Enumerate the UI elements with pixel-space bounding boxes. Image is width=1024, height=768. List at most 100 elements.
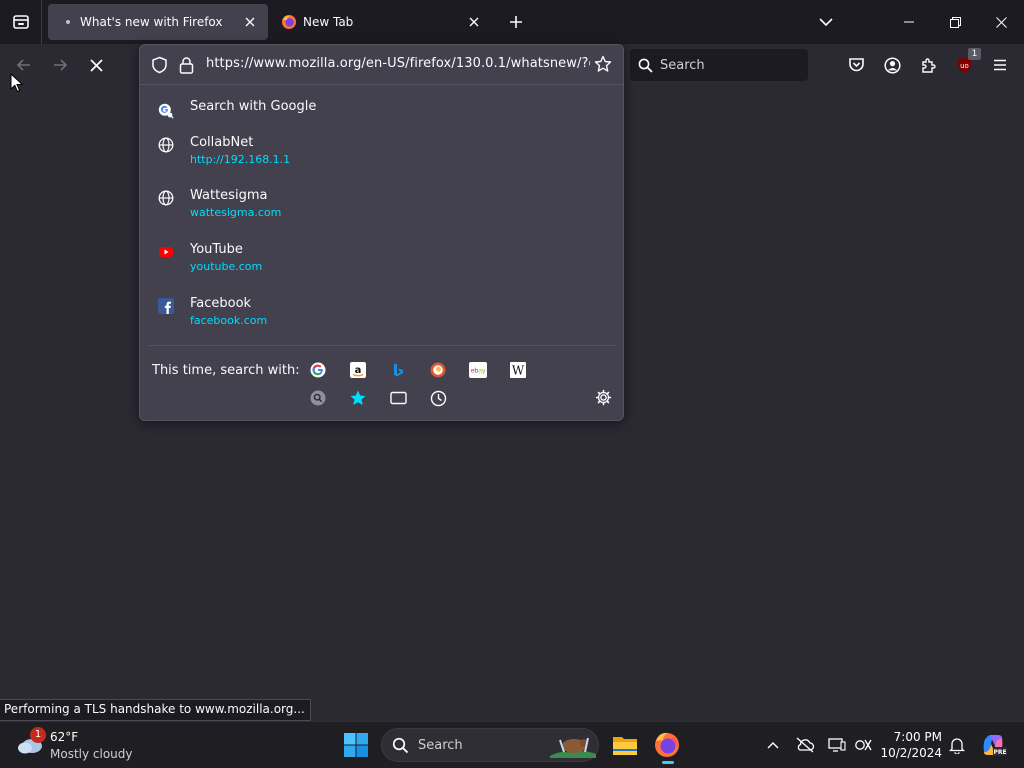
ebay-engine-button[interactable]: ebay bbox=[466, 358, 490, 382]
display-tray-button[interactable] bbox=[826, 734, 848, 756]
suggestion-facebook[interactable]: Facebook facebook.com bbox=[148, 296, 617, 334]
copilot-button[interactable]: PRE bbox=[978, 730, 1008, 760]
svg-text:uo: uo bbox=[960, 62, 969, 70]
plus-icon bbox=[510, 16, 522, 28]
onedrive-tray-button[interactable] bbox=[794, 734, 816, 756]
status-panel: Performing a TLS handshake to www.mozill… bbox=[0, 699, 311, 721]
search-icon bbox=[638, 58, 653, 73]
suggestion-url: http://192.168.1.1 bbox=[190, 153, 291, 166]
close-icon bbox=[469, 17, 479, 27]
firefox-taskbar-button[interactable] bbox=[651, 729, 685, 764]
facebook-icon bbox=[158, 298, 174, 314]
search-with-google-suggestion[interactable]: Search with Google bbox=[148, 99, 617, 121]
suggestion-title: YouTube bbox=[190, 242, 243, 257]
forward-button[interactable] bbox=[45, 50, 75, 80]
ebay-icon: ebay bbox=[469, 362, 487, 378]
bookmarks-mode-button[interactable] bbox=[346, 386, 370, 410]
restore-button[interactable] bbox=[932, 0, 978, 44]
weather-widget[interactable]: 1 62°F Mostly cloudy bbox=[16, 727, 136, 765]
list-all-tabs-button[interactable] bbox=[812, 8, 840, 36]
temperature: 62°F bbox=[50, 730, 79, 744]
clock-time: 7:00 PM bbox=[893, 730, 942, 744]
display-icon bbox=[828, 738, 846, 752]
pocket-icon bbox=[848, 58, 864, 72]
close-icon bbox=[245, 17, 255, 27]
wikipedia-engine-button[interactable]: W bbox=[506, 358, 530, 382]
duckduckgo-engine-button[interactable] bbox=[426, 358, 450, 382]
clock-date: 10/2/2024 bbox=[880, 746, 942, 760]
suggestion-youtube[interactable]: YouTube youtube.com bbox=[148, 242, 617, 280]
clock[interactable]: 7:00 PM 10/2/2024 bbox=[880, 729, 942, 761]
search-mode-button[interactable] bbox=[306, 386, 330, 410]
globe-icon bbox=[158, 190, 174, 206]
svg-text:y: y bbox=[482, 367, 486, 375]
address-bar[interactable]: https://www.mozilla.org/en-US/firefox/13… bbox=[140, 45, 623, 85]
tab-close-button[interactable] bbox=[238, 10, 262, 34]
firefox-icon bbox=[281, 14, 297, 30]
folder-icon bbox=[613, 737, 637, 755]
urlbar-dropdown: https://www.mozilla.org/en-US/firefox/13… bbox=[139, 44, 624, 421]
tab-new-tab[interactable]: New Tab bbox=[272, 4, 492, 40]
account-button[interactable] bbox=[877, 50, 907, 80]
search-tabs-icon bbox=[310, 390, 326, 406]
account-icon bbox=[883, 56, 901, 74]
taskbar-search[interactable]: Search bbox=[381, 728, 599, 762]
suggestion-title: Wattesigma bbox=[190, 188, 268, 203]
network-tray-button[interactable] bbox=[852, 734, 874, 756]
wikipedia-icon: W bbox=[510, 362, 526, 378]
file-explorer-button[interactable] bbox=[609, 729, 641, 761]
bookmarks-icon bbox=[350, 390, 366, 405]
google-engine-button[interactable] bbox=[306, 358, 330, 382]
search-input[interactable]: Search bbox=[630, 49, 808, 81]
firefox-icon bbox=[655, 732, 679, 757]
window-close-button[interactable] bbox=[978, 0, 1024, 44]
start-button[interactable] bbox=[342, 731, 370, 759]
running-indicator bbox=[662, 761, 674, 764]
lock-icon[interactable] bbox=[179, 56, 194, 78]
suggestion-title: Facebook bbox=[190, 296, 252, 311]
gear-icon bbox=[595, 389, 611, 405]
windows-logo-icon bbox=[344, 733, 368, 757]
url-input[interactable]: https://www.mozilla.org/en-US/firefox/13… bbox=[206, 56, 590, 71]
extensions-button[interactable] bbox=[913, 50, 943, 80]
minimize-icon bbox=[904, 21, 914, 23]
amazon-engine-button[interactable]: a bbox=[346, 358, 370, 382]
puzzle-icon bbox=[921, 57, 936, 73]
close-icon bbox=[89, 58, 103, 72]
svg-text:PRE: PRE bbox=[993, 749, 1006, 756]
history-mode-button[interactable] bbox=[426, 386, 450, 410]
stop-loading-button[interactable] bbox=[81, 50, 111, 80]
copilot-icon: PRE bbox=[983, 735, 1007, 756]
notifications-button[interactable] bbox=[946, 734, 968, 756]
suggestion-collabnet[interactable]: CollabNet http://192.168.1.1 bbox=[148, 135, 617, 173]
globe-icon bbox=[158, 137, 174, 153]
tracking-protection-icon[interactable] bbox=[151, 56, 168, 78]
close-icon bbox=[995, 16, 1007, 28]
suggestion-wattesigma[interactable]: Wattesigma wattesigma.com bbox=[148, 188, 617, 226]
chevron-down-icon bbox=[819, 18, 833, 27]
one-off-search-label: This time, search with: bbox=[152, 363, 300, 378]
search-highlight-icon bbox=[550, 732, 596, 762]
bing-engine-button[interactable] bbox=[386, 358, 410, 382]
tabs-mode-button[interactable] bbox=[386, 386, 410, 410]
taskbar-search-label: Search bbox=[418, 738, 463, 753]
tab-strip: What's new with Firefox New Tab bbox=[0, 0, 1024, 44]
app-menu-button[interactable] bbox=[985, 50, 1015, 80]
minimize-button[interactable] bbox=[886, 0, 932, 44]
tabs-icon bbox=[389, 391, 407, 405]
tab-whats-new[interactable]: What's new with Firefox bbox=[48, 4, 268, 40]
weather-condition: Mostly cloudy bbox=[50, 747, 133, 761]
suggestion-title: CollabNet bbox=[190, 135, 254, 150]
search-settings-button[interactable] bbox=[591, 385, 615, 409]
pocket-button[interactable] bbox=[841, 50, 871, 80]
ublock-origin-button[interactable]: uo 1 bbox=[949, 48, 981, 80]
new-tab-button[interactable] bbox=[502, 8, 530, 36]
google-search-icon bbox=[158, 101, 174, 119]
hamburger-menu-icon bbox=[994, 59, 1006, 71]
tab-close-button[interactable] bbox=[462, 10, 486, 34]
bookmark-star-icon[interactable] bbox=[594, 55, 612, 77]
divider bbox=[148, 345, 617, 346]
show-hidden-icons-button[interactable] bbox=[762, 734, 784, 756]
firefox-view-button[interactable] bbox=[0, 0, 42, 44]
cloud-off-icon bbox=[796, 737, 815, 753]
